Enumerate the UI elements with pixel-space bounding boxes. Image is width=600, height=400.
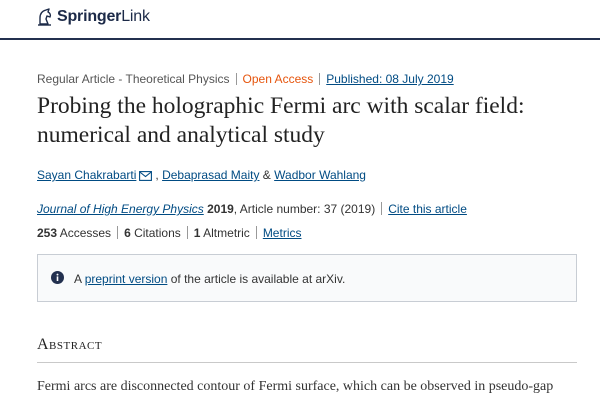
meta-divider (319, 73, 321, 85)
metrics-divider (117, 226, 119, 239)
journal-link[interactable]: Journal of High Energy Physics (37, 202, 204, 216)
author-ampersand: & (262, 168, 271, 182)
abstract-text: Fermi arcs are disconnected contour of F… (37, 379, 554, 394)
envelope-icon[interactable] (139, 170, 153, 184)
accesses-label: Accesses (59, 226, 112, 240)
author-link-wahlang[interactable]: Wadbor Wahlang (274, 168, 366, 182)
abstract-divider (37, 362, 577, 363)
site-header: SpringerLink (0, 0, 600, 40)
preprint-notice: A preprint version of the article is ava… (37, 254, 577, 302)
notice-prefix: A (74, 272, 82, 286)
springer-horse-icon (37, 8, 53, 26)
preprint-version-link[interactable]: preprint version (85, 272, 168, 286)
article-type: Regular Article - Theoretical Physics (37, 72, 230, 86)
article-title-line-2: numerical and analytical study (37, 122, 325, 148)
author-list: Sayan Chakrabarti, Debaprasad Maity & Wa… (37, 168, 366, 184)
springerlink-logo[interactable]: SpringerLink (37, 8, 150, 26)
brand-wordmark: SpringerLink (57, 8, 150, 26)
brand-wordmark-strong: Springer (57, 8, 122, 25)
article-meta: Regular Article - Theoretical Physics Ope… (37, 72, 454, 86)
altmetric-label: Altmetric (203, 226, 250, 240)
accesses-count: 253 (37, 226, 58, 240)
info-icon (51, 271, 64, 287)
citation-line: Journal of High Energy Physics 2019, Art… (37, 202, 467, 216)
cite-this-article-link[interactable]: Cite this article (388, 202, 467, 216)
article-title-line-1: Probing the holographic Fermi arc with s… (37, 93, 525, 119)
metrics-divider (186, 226, 188, 239)
abstract-heading: Abstract (37, 336, 103, 353)
metrics-link[interactable]: Metrics (263, 226, 302, 240)
notice-text: A preprint version of the article is ava… (74, 272, 345, 286)
notice-suffix: of the article is available at arXiv. (170, 272, 346, 286)
meta-divider (235, 73, 237, 85)
published-date-link[interactable]: Published: 08 July 2019 (326, 72, 453, 86)
author-link-chakrabarti[interactable]: Sayan Chakrabarti (37, 168, 136, 182)
citation-year: 2019 (207, 202, 234, 216)
metrics-divider (255, 226, 257, 239)
article-metrics: 253 Accesses 6 Citations 1 Altmetric Metric… (37, 226, 301, 240)
altmetric-count: 1 (193, 226, 201, 240)
author-link-maity[interactable]: Debaprasad Maity (162, 168, 259, 182)
citations-count: 6 (124, 226, 131, 240)
brand-wordmark-light: Link (121, 8, 150, 25)
open-access-label: Open Access (242, 72, 314, 86)
article-number: , Article number: 37 (2019) (233, 202, 376, 216)
citations-label: Citations (134, 226, 181, 240)
citation-divider (381, 202, 383, 215)
article-title: Probing the holographic Fermi arc with s… (37, 92, 577, 150)
